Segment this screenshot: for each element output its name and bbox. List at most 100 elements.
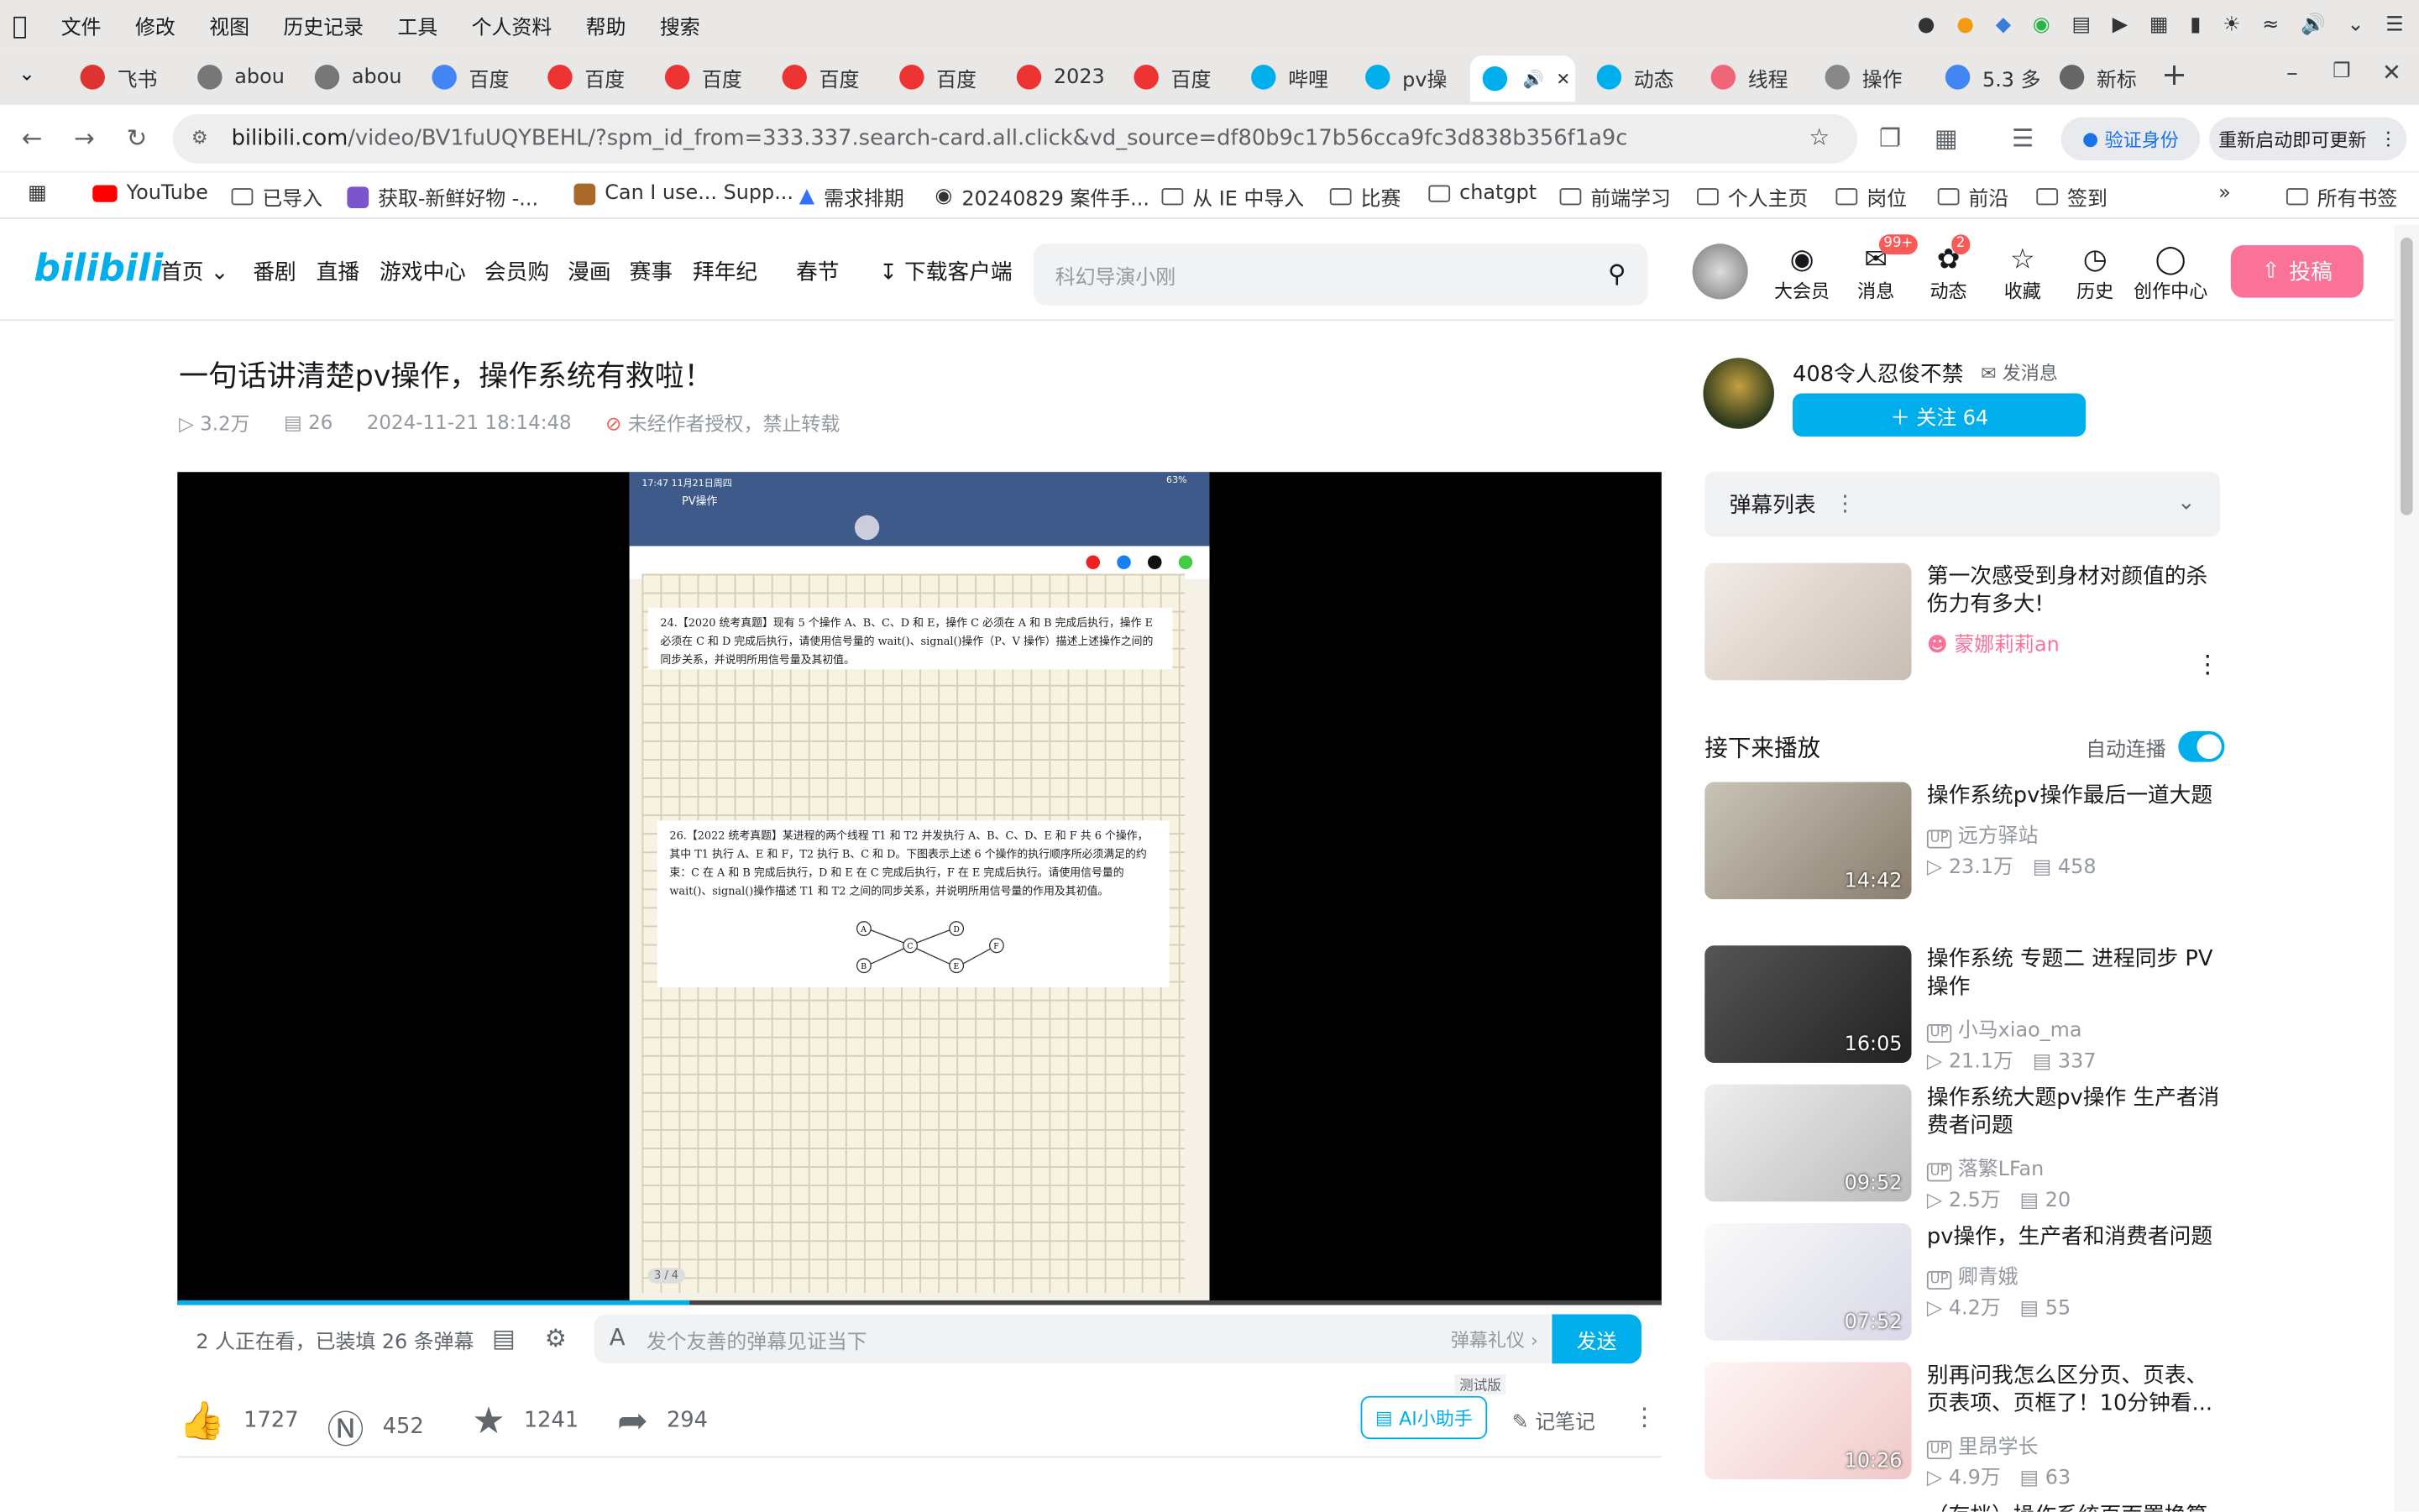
bookmark-frontend[interactable]: 前端学习: [1559, 182, 1671, 212]
restore-icon[interactable]: ❐: [2333, 60, 2350, 84]
rec-uploader[interactable]: UP 远方驿站: [1926, 819, 2038, 849]
messages-link[interactable]: ✉ 99+ 消息: [1845, 234, 1918, 304]
follow-button[interactable]: ＋ 关注 64: [1793, 393, 2087, 437]
bookmark-frontier[interactable]: 前沿: [1937, 182, 2008, 212]
recommended-video[interactable]: 14:42 操作系统pv操作最后一道大题 UP 远方驿站 ▷ 23.1万 ▤ 458: [1704, 782, 2229, 906]
tab-search-icon[interactable]: ❐: [1879, 123, 1901, 153]
search-input[interactable]: 科幻导演小刚 ⚲: [1034, 243, 1648, 306]
search-icon[interactable]: ⚲: [1608, 259, 1626, 289]
menu-history[interactable]: 历史记录: [283, 10, 364, 39]
chevron-down-icon[interactable]: ⌄: [2347, 13, 2364, 37]
uploader-avatar[interactable]: [1703, 358, 1774, 429]
bilibili-logo[interactable]: bilibili: [34, 247, 163, 290]
nav-esports[interactable]: 赛事: [630, 256, 673, 287]
download-client-link[interactable]: ↧ 下载客户端: [879, 256, 1012, 287]
relaunch-update-button[interactable]: 重新启动即可更新 ⋮: [2209, 117, 2407, 161]
send-danmaku-button[interactable]: 发送: [1552, 1314, 1641, 1364]
menu-edit[interactable]: 修改: [135, 10, 175, 39]
rec-uploader[interactable]: UP 小马xiao_ma: [1926, 1013, 2082, 1044]
nav-spring[interactable]: 春节: [796, 256, 839, 287]
clipboard-icon[interactable]: ▤: [2071, 13, 2091, 37]
send-message-link[interactable]: ✉ 发消息: [1981, 359, 2058, 385]
record-icon[interactable]: ●: [1956, 13, 1974, 37]
browser-tab[interactable]: pv操: [1353, 55, 1463, 98]
rec-thumbnail[interactable]: 16:05: [1704, 945, 1912, 1063]
bookmark-imported[interactable]: 已导入: [231, 182, 322, 212]
bookmark-star-icon[interactable]: ☆: [1809, 123, 1830, 151]
share-button[interactable]: ➦ 294: [617, 1399, 708, 1441]
bookmark-fresh[interactable]: 获取-新鲜好物 -...: [347, 182, 538, 212]
bookmark-ie[interactable]: 从 IE 中导入: [1161, 182, 1304, 212]
upload-button[interactable]: ⇧ 投稿: [2230, 245, 2364, 298]
volume-icon[interactable]: 🔊: [2301, 13, 2326, 37]
rec-title[interactable]: 操作系统pv操作最后一道大题: [1927, 782, 2226, 810]
bookmark-youtube[interactable]: YouTube: [92, 182, 208, 205]
ai-assistant-button[interactable]: ▤ AI小助手: [1360, 1395, 1488, 1440]
address-bar[interactable]: ⚙ bilibili.com/video/BV1fuUQYBEHL/?spm_i…: [172, 113, 1858, 164]
forward-icon[interactable]: →: [74, 123, 95, 153]
rec-title[interactable]: 操作系统大题pv操作 生产者消费者问题: [1927, 1085, 2226, 1140]
nav-bnj[interactable]: 拜年纪: [693, 256, 757, 287]
wifi-icon[interactable]: ≈: [2262, 13, 2279, 37]
recommended-video[interactable]: 16:05 操作系统 专题二 进程同步 PV操作 UP 小马xiao_ma ▷ 21.…: [1704, 945, 2229, 1074]
browser-tab[interactable]: 2023: [1004, 55, 1115, 98]
danmaku-list-header[interactable]: 弹幕列表 ⋮ ⌄: [1704, 472, 2220, 537]
apps-grid-icon[interactable]: ▦: [28, 182, 47, 206]
drop-icon[interactable]: ●: [1918, 13, 1935, 37]
note-button[interactable]: ✎ 记笔记: [1512, 1405, 1595, 1435]
recommended-video[interactable]: 07:52 pv操作，生产者和消费者问题 UP 卿青娥 ▷ 4.2万 ▤ 55: [1704, 1223, 2229, 1347]
nav-game[interactable]: 游戏中心: [380, 256, 466, 287]
recommended-video[interactable]: 10:26 别再问我怎么区分页、页表、页表项、页框了！10分钟看... UP 里昂学…: [1704, 1362, 2229, 1490]
media-control-icon[interactable]: ☰: [2012, 123, 2034, 153]
bookmark-all[interactable]: 所有书签: [2285, 182, 2397, 212]
browser-tab[interactable]: 百度: [536, 55, 647, 98]
chevron-down-icon[interactable]: ⌄: [2177, 490, 2196, 515]
menu-help[interactable]: 帮助: [586, 10, 626, 39]
site-info-icon[interactable]: ⚙: [191, 127, 208, 149]
bookmark-chatgpt[interactable]: chatgpt: [1428, 182, 1537, 205]
autoplay-toggle[interactable]: 自动连播: [2086, 730, 2225, 762]
dynamics-link[interactable]: ✿ 2 动态: [1918, 234, 1979, 304]
vip-link[interactable]: ◉ 大会员: [1771, 243, 1832, 304]
browser-tab[interactable]: 百度: [770, 55, 881, 98]
danmaku-toggle-icon[interactable]: ▤: [492, 1323, 516, 1352]
video-player[interactable]: 17:47 11月21日周四 63% PV操作 24.【2020 统考真题】现有…: [177, 472, 1662, 1305]
menu-tools[interactable]: 工具: [397, 10, 437, 39]
menu-profile[interactable]: 个人资料: [472, 10, 552, 39]
tab-audio-icon[interactable]: 🔊: [1522, 69, 1543, 89]
brightness-icon[interactable]: ☀: [2223, 13, 2240, 37]
new-tab-icon[interactable]: +: [2161, 55, 2187, 92]
grid-icon[interactable]: ▦: [2149, 13, 2169, 37]
battery-icon[interactable]: ▮: [2190, 13, 2201, 37]
danmaku-input[interactable]: A 发个友善的弹幕见证当下 弹幕礼仪 ›: [594, 1314, 1551, 1364]
minimize-icon[interactable]: –: [2286, 59, 2298, 86]
browser-tab[interactable]: 百度: [1122, 55, 1233, 98]
browser-tab[interactable]: 百度: [652, 55, 763, 98]
ad-card[interactable]: 第一次感受到身材对颜值的杀伤力有多大! ☻ 蒙娜莉莉an ⋮: [1704, 562, 2229, 681]
coin-button[interactable]: Ⓝ 452: [327, 1399, 424, 1452]
bookmark-caniuse[interactable]: Can I use... Supp...: [573, 182, 793, 205]
app-icon[interactable]: ◆: [1996, 13, 2011, 37]
nav-home[interactable]: 首页 ⌄: [160, 256, 228, 287]
danmaku-etiquette-link[interactable]: 弹幕礼仪 ›: [1451, 1326, 1538, 1352]
close-window-icon[interactable]: ✕: [2382, 59, 2401, 86]
scroll-thumb[interactable]: [2400, 237, 2413, 515]
menu-view[interactable]: 视图: [209, 10, 249, 39]
nav-mall[interactable]: 会员购: [484, 256, 549, 287]
rec-thumbnail[interactable]: 10:26: [1704, 1362, 1912, 1480]
bookmark-case[interactable]: ◉ 20240829 案件手...: [935, 182, 1149, 211]
back-icon[interactable]: ←: [22, 123, 43, 153]
rec-uploader[interactable]: UP 落繁LFan: [1926, 1153, 2044, 1182]
bookmark-contest[interactable]: 比赛: [1329, 182, 1401, 212]
progress-bar[interactable]: [177, 1300, 1662, 1305]
more-vert-icon[interactable]: ⋮: [1632, 1402, 1657, 1431]
browser-tab[interactable]: 🔊 ✕: [1470, 55, 1575, 102]
creator-center-link[interactable]: ◯ 创作中心: [2132, 243, 2209, 304]
font-style-icon[interactable]: A: [610, 1323, 626, 1351]
wechat-icon[interactable]: ◉: [2033, 13, 2050, 37]
bookmark-schedule[interactable]: ▲ 需求排期: [799, 182, 904, 211]
verify-identity-button[interactable]: ● 验证身份: [2060, 117, 2201, 161]
browser-tab[interactable]: 百度: [420, 55, 531, 98]
history-link[interactable]: ◷ 历史: [2064, 243, 2125, 304]
rec-title[interactable]: 别再问我怎么区分页、页表、页表项、页框了！10分钟看...: [1927, 1362, 2226, 1417]
